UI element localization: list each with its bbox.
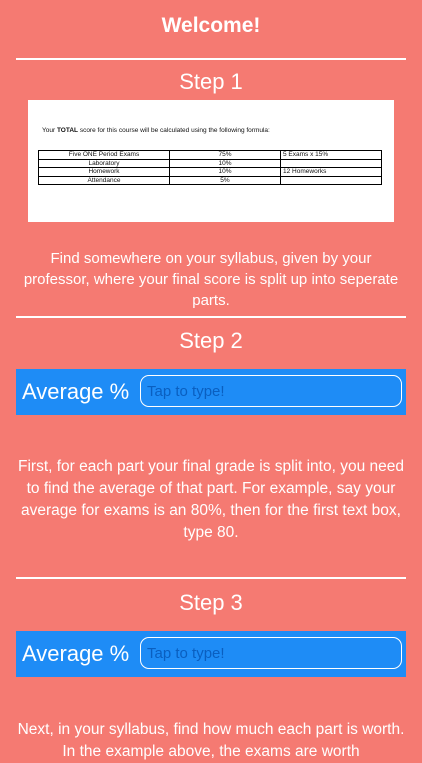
table-cell: Attendance — [38, 175, 170, 185]
grade-formula-table: Five ONE Period Exams 75% 5 Exams x 15% … — [38, 150, 382, 185]
table-row: Homework 10% 12 Homeworks — [38, 167, 382, 177]
average-label: Average % — [22, 641, 130, 666]
page-title: Welcome! — [161, 14, 261, 37]
step3-heading: Step 3 — [179, 590, 243, 615]
step2-average-row: Average % — [16, 369, 406, 415]
divider — [16, 316, 406, 318]
syllabus-intro-text: Your TOTAL score for this course will be… — [42, 127, 270, 134]
table-cell: 10% — [169, 167, 281, 177]
step1-description: Find somewhere on your syllabus, given b… — [23, 250, 399, 309]
table-cell: 75% — [169, 150, 281, 160]
table-cell — [280, 158, 382, 168]
table-cell: Laboratory — [38, 158, 170, 168]
table-cell — [280, 175, 382, 185]
weight-input[interactable] — [140, 637, 402, 669]
average-input[interactable] — [140, 375, 402, 407]
step3-description: Next, in your syllabus, find how much ea… — [17, 721, 405, 760]
table-cell: 5% — [169, 175, 281, 185]
syllabus-sample-image: Your TOTAL score for this course will be… — [28, 100, 394, 222]
step2-heading: Step 2 — [179, 328, 243, 353]
table-cell: 5 Exams x 15% — [280, 150, 382, 160]
table-cell: 10% — [169, 158, 281, 168]
table-row: Laboratory 10% — [38, 158, 382, 168]
step3-average-row: Average % — [16, 631, 406, 677]
step2-description: First, for each part your final grade is… — [18, 458, 404, 541]
table-row: Attendance 5% — [38, 175, 382, 185]
divider — [16, 577, 406, 579]
table-cell: Five ONE Period Exams — [38, 150, 170, 160]
table-cell: 12 Homeworks — [280, 167, 382, 177]
average-label: Average % — [22, 379, 130, 404]
table-row: Five ONE Period Exams 75% 5 Exams x 15% — [38, 150, 382, 160]
table-cell: Homework — [38, 167, 170, 177]
divider — [16, 58, 406, 60]
step1-heading: Step 1 — [179, 69, 243, 94]
